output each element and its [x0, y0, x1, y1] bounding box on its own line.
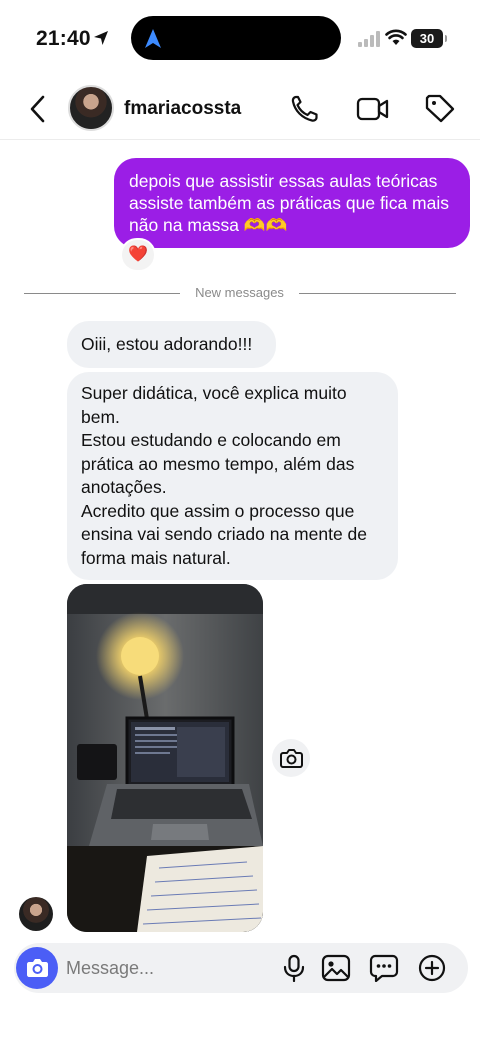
sent-message-bubble[interactable]: depois que assistir essas aulas teóricas…: [114, 158, 470, 248]
message-composer: [14, 943, 468, 993]
status-time: 21:40: [36, 27, 91, 50]
signal-icon: [358, 31, 380, 47]
status-bar: 21:40 30: [0, 0, 480, 78]
camera-icon: [280, 749, 303, 768]
new-messages-divider: New messages: [195, 285, 284, 300]
dynamic-island: [131, 16, 341, 60]
camera-icon: [27, 959, 48, 977]
photo-content: [67, 584, 263, 932]
back-icon[interactable]: [26, 94, 52, 124]
navigation-icon: [145, 29, 161, 48]
heart-reaction[interactable]: ❤️: [120, 238, 156, 272]
received-message-bubble[interactable]: Oiii, estou adorando!!!: [67, 321, 276, 368]
divider-line-right: [299, 293, 456, 294]
sticker-icon[interactable]: [369, 954, 399, 982]
chat-header: fmariacossta: [0, 78, 480, 140]
received-message-bubble[interactable]: Super didática, você explica muito bem. …: [67, 372, 398, 580]
battery-indicator: 30: [411, 29, 447, 48]
photo-camera-button[interactable]: [272, 739, 310, 777]
gallery-icon[interactable]: [321, 954, 351, 982]
phone-icon[interactable]: [289, 94, 321, 124]
photo-message[interactable]: [67, 584, 263, 932]
tag-icon[interactable]: [424, 94, 456, 124]
mic-icon[interactable]: [281, 954, 307, 982]
message-paragraph: Acredito que assim o processo que ensina…: [81, 500, 368, 568]
sender-avatar[interactable]: [19, 897, 53, 931]
contact-username[interactable]: fmariacossta: [124, 98, 241, 120]
message-input[interactable]: [66, 953, 266, 983]
contact-avatar[interactable]: [68, 85, 114, 131]
video-icon[interactable]: [356, 94, 390, 124]
divider-line-left: [24, 293, 180, 294]
plus-icon[interactable]: [417, 954, 447, 982]
message-paragraph: Super didática, você explica muito bem.: [81, 383, 347, 427]
camera-button[interactable]: [16, 947, 58, 989]
wifi-icon: [385, 29, 407, 45]
message-paragraph: Estou estudando e colocando em prática a…: [81, 430, 355, 497]
location-arrow-icon: [94, 31, 108, 45]
